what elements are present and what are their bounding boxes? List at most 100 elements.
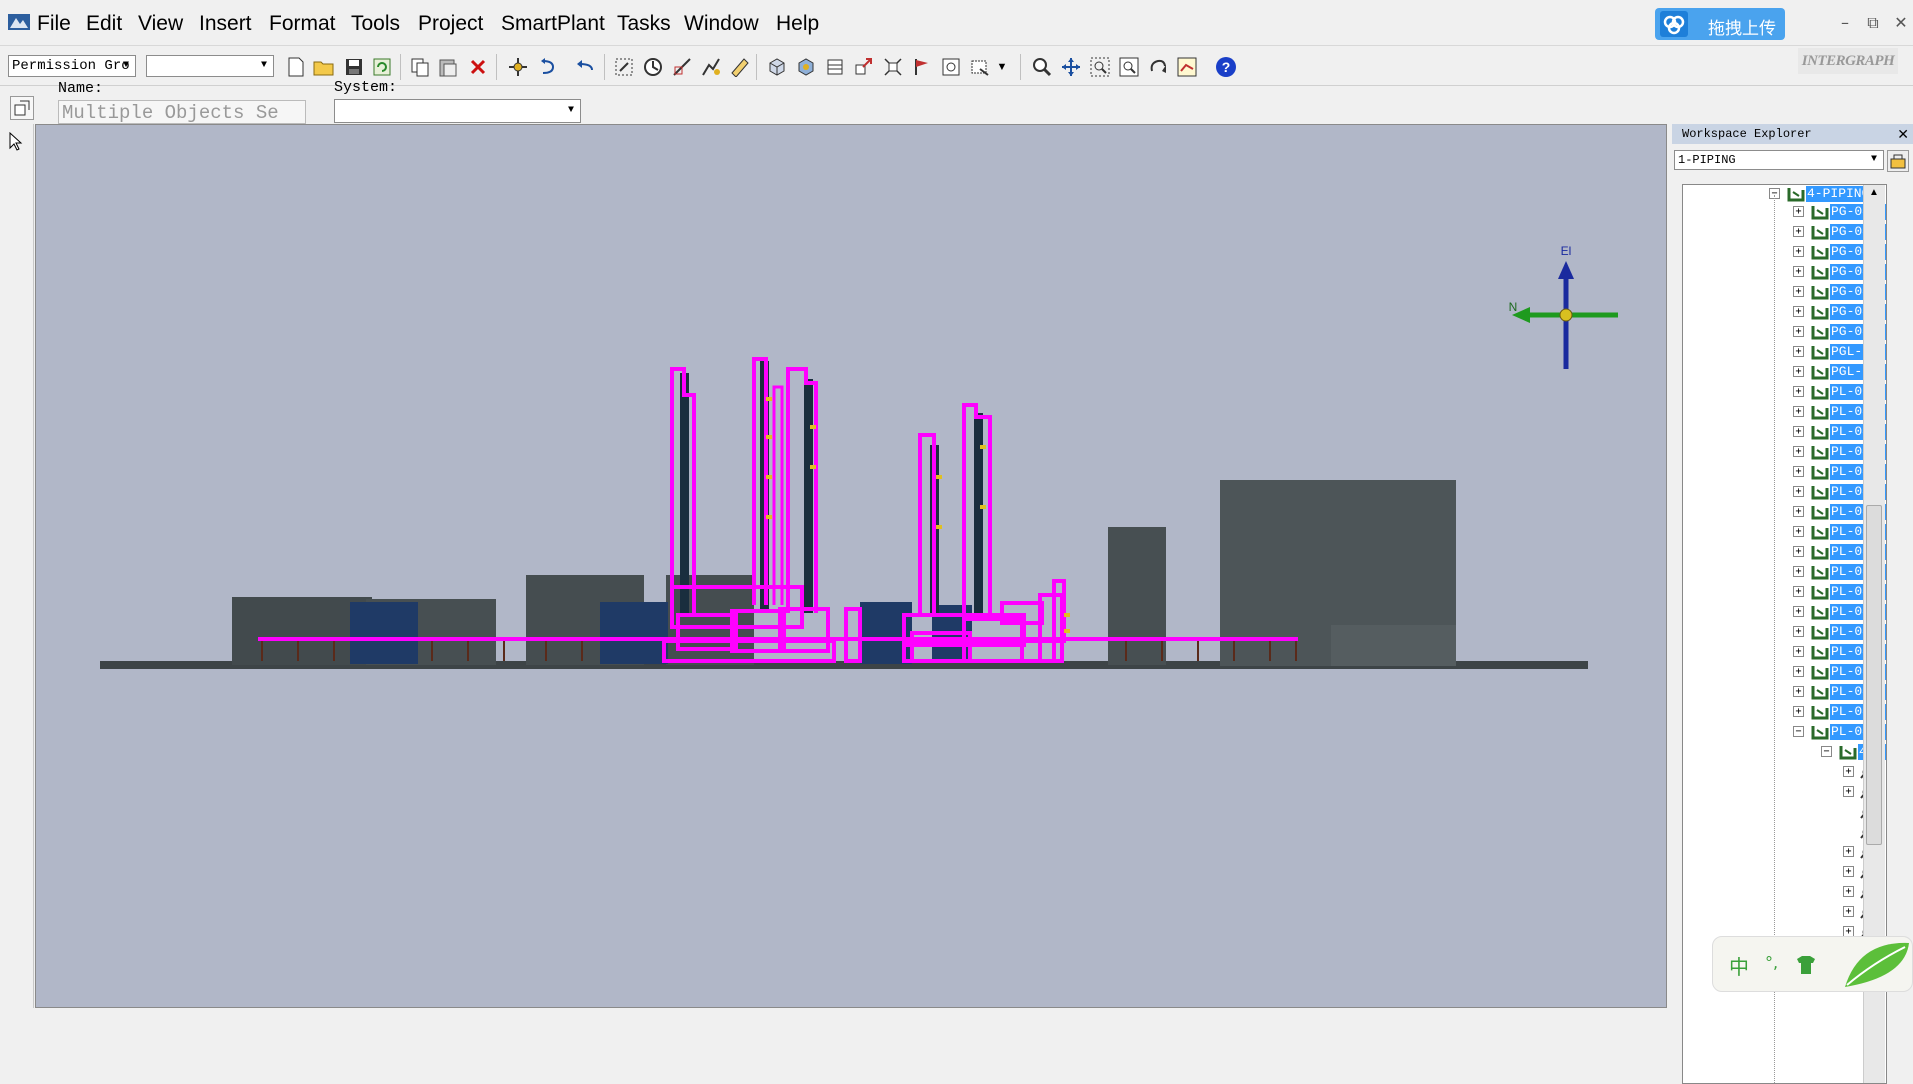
tree-item-pipeline[interactable]: + PL-0405: [1683, 483, 1886, 501]
expand-icon[interactable]: +: [1793, 486, 1804, 497]
clipping-button[interactable]: [823, 55, 847, 79]
tree-item-pipeline[interactable]: + PL-0404: [1683, 463, 1886, 481]
expand-icon[interactable]: +: [1793, 526, 1804, 537]
menu-edit[interactable]: Edit: [86, 12, 122, 36]
expand-icon[interactable]: +: [1793, 446, 1804, 457]
undo-button[interactable]: [574, 55, 598, 79]
expand-icon[interactable]: +: [1843, 866, 1854, 877]
collapse-icon[interactable]: −: [1821, 746, 1832, 757]
tree-item-pipeline[interactable]: + PG-0402: [1683, 223, 1886, 241]
permission-group-combo[interactable]: Permission Gro ▼: [8, 55, 136, 77]
tree-item-pipeline[interactable]: + PL-0402: [1683, 423, 1886, 441]
scroll-thumb[interactable]: [1866, 505, 1882, 845]
expand-icon[interactable]: +: [1793, 366, 1804, 377]
tree-item-pipeline[interactable]: − PL-0418: [1683, 723, 1886, 741]
rotate-view-button[interactable]: [1146, 55, 1170, 79]
tree-item-pipeline[interactable]: + PG-0411: [1683, 303, 1886, 321]
tree-item-part[interactable]: +: [1683, 883, 1873, 901]
menu-project[interactable]: Project: [418, 12, 483, 36]
tree-item-pipeline[interactable]: + PL-0408: [1683, 523, 1886, 541]
system-combo[interactable]: ▼: [334, 99, 581, 123]
expand-icon[interactable]: +: [1793, 706, 1804, 717]
expand-icon[interactable]: +: [1793, 606, 1804, 617]
expand-icon[interactable]: +: [1793, 426, 1804, 437]
expand-icon[interactable]: +: [1793, 306, 1804, 317]
menu-smartplant[interactable]: SmartPlant: [501, 12, 605, 36]
zoom-button[interactable]: [1030, 55, 1054, 79]
named-view-button[interactable]: [1175, 55, 1199, 79]
tree-item-part[interactable]: +: [1683, 863, 1873, 881]
layer-dropdown-button[interactable]: ▼: [994, 55, 1010, 79]
view-cube-button[interactable]: [765, 55, 789, 79]
menu-tools[interactable]: Tools: [351, 12, 400, 36]
graphic-view[interactable]: El N: [35, 124, 1667, 1008]
move-button[interactable]: [506, 55, 530, 79]
tree-item-pipeline[interactable]: + PL-0416: [1683, 683, 1886, 701]
tree-item-pipeline[interactable]: + PG-0407: [1683, 263, 1886, 281]
minimize-button[interactable]: –: [1832, 10, 1858, 36]
expand-icon[interactable]: +: [1793, 226, 1804, 237]
help-button[interactable]: ?: [1214, 55, 1238, 79]
explorer-filter-combo[interactable]: 1-PIPING ▼: [1674, 150, 1884, 170]
tree-item-pipeline[interactable]: + PL-0410: [1683, 563, 1886, 581]
tree-item-pipeline[interactable]: + PL-0403: [1683, 443, 1886, 461]
expand-icon[interactable]: +: [1793, 586, 1804, 597]
menu-file[interactable]: File: [37, 12, 71, 36]
tree-item-pipeline[interactable]: + PL-0406: [1683, 503, 1886, 521]
select-filter-button[interactable]: [612, 55, 636, 79]
tree-item-pipeline[interactable]: + PG-0404: [1683, 243, 1886, 261]
paste-button[interactable]: [436, 55, 460, 79]
expand-icon[interactable]: +: [1843, 786, 1854, 797]
select-tool-button[interactable]: [4, 130, 28, 154]
inspect-button[interactable]: [699, 55, 723, 79]
tree-root-piping[interactable]: −4-PIPING: [1683, 185, 1873, 203]
expand-icon[interactable]: +: [1793, 566, 1804, 577]
expand-icon[interactable]: +: [1793, 406, 1804, 417]
expand-icon[interactable]: +: [1793, 206, 1804, 217]
zoom-window-button[interactable]: [1088, 55, 1112, 79]
zoom-fit-button[interactable]: [1117, 55, 1141, 79]
scroll-up-icon[interactable]: ▲: [1869, 187, 1879, 198]
ime-skin-icon[interactable]: [1795, 955, 1817, 975]
expand-icon[interactable]: +: [1793, 546, 1804, 557]
ime-language-toggle[interactable]: 中: [1729, 951, 1749, 980]
tree-item-pipeline[interactable]: + PL-0415: [1683, 663, 1886, 681]
tree-item-pipeline[interactable]: + PL-0409: [1683, 543, 1886, 561]
tree-item-pipeline[interactable]: + PL-0417: [1683, 703, 1886, 721]
tree-item-part[interactable]: [1683, 823, 1873, 841]
tree-item-part[interactable]: +: [1683, 843, 1873, 861]
tree-item-pipeline[interactable]: + PL-0414: [1683, 643, 1886, 661]
tree-item-part[interactable]: +: [1683, 903, 1873, 921]
tree-item-part[interactable]: +: [1683, 783, 1873, 801]
render-button[interactable]: [794, 55, 818, 79]
close-icon[interactable]: ✕: [1897, 126, 1909, 146]
expand-icon[interactable]: +: [1793, 266, 1804, 277]
tree-item-pipeline[interactable]: + PL-0412: [1683, 603, 1886, 621]
pan-button[interactable]: [1059, 55, 1083, 79]
tree-item-pipeline[interactable]: + PL-0401: [1683, 403, 1886, 421]
close-button[interactable]: ✕: [1888, 10, 1913, 36]
tree-item-part[interactable]: [1683, 803, 1873, 821]
copy-button[interactable]: [408, 55, 432, 79]
expand-icon[interactable]: +: [1843, 766, 1854, 777]
snap-button[interactable]: [641, 55, 665, 79]
explorer-filter-button[interactable]: [1887, 150, 1909, 172]
ruler-button[interactable]: [728, 55, 752, 79]
menu-view[interactable]: View: [138, 12, 183, 36]
expand-icon[interactable]: +: [1793, 246, 1804, 257]
tree-item-pipeline[interactable]: + PL-0413: [1683, 623, 1886, 641]
tree-item-run[interactable]: −4-R: [1683, 743, 1886, 761]
expand-icon[interactable]: +: [1793, 286, 1804, 297]
fit-button[interactable]: [939, 55, 963, 79]
expand-icon[interactable]: +: [1793, 686, 1804, 697]
collapse-icon[interactable]: −: [1793, 726, 1804, 737]
tree-item-pipeline[interactable]: + PG-0437: [1683, 323, 1886, 341]
expand-icon[interactable]: +: [1843, 886, 1854, 897]
tree-item-part[interactable]: +: [1683, 763, 1873, 781]
refresh-button[interactable]: [370, 55, 394, 79]
tree-item-pipeline[interactable]: + PGL-040: [1683, 363, 1886, 381]
layer-button[interactable]: [968, 55, 992, 79]
expand-icon[interactable]: +: [1793, 646, 1804, 657]
tree-item-pipeline[interactable]: + PL-0411: [1683, 583, 1886, 601]
expand-icon[interactable]: +: [1793, 346, 1804, 357]
